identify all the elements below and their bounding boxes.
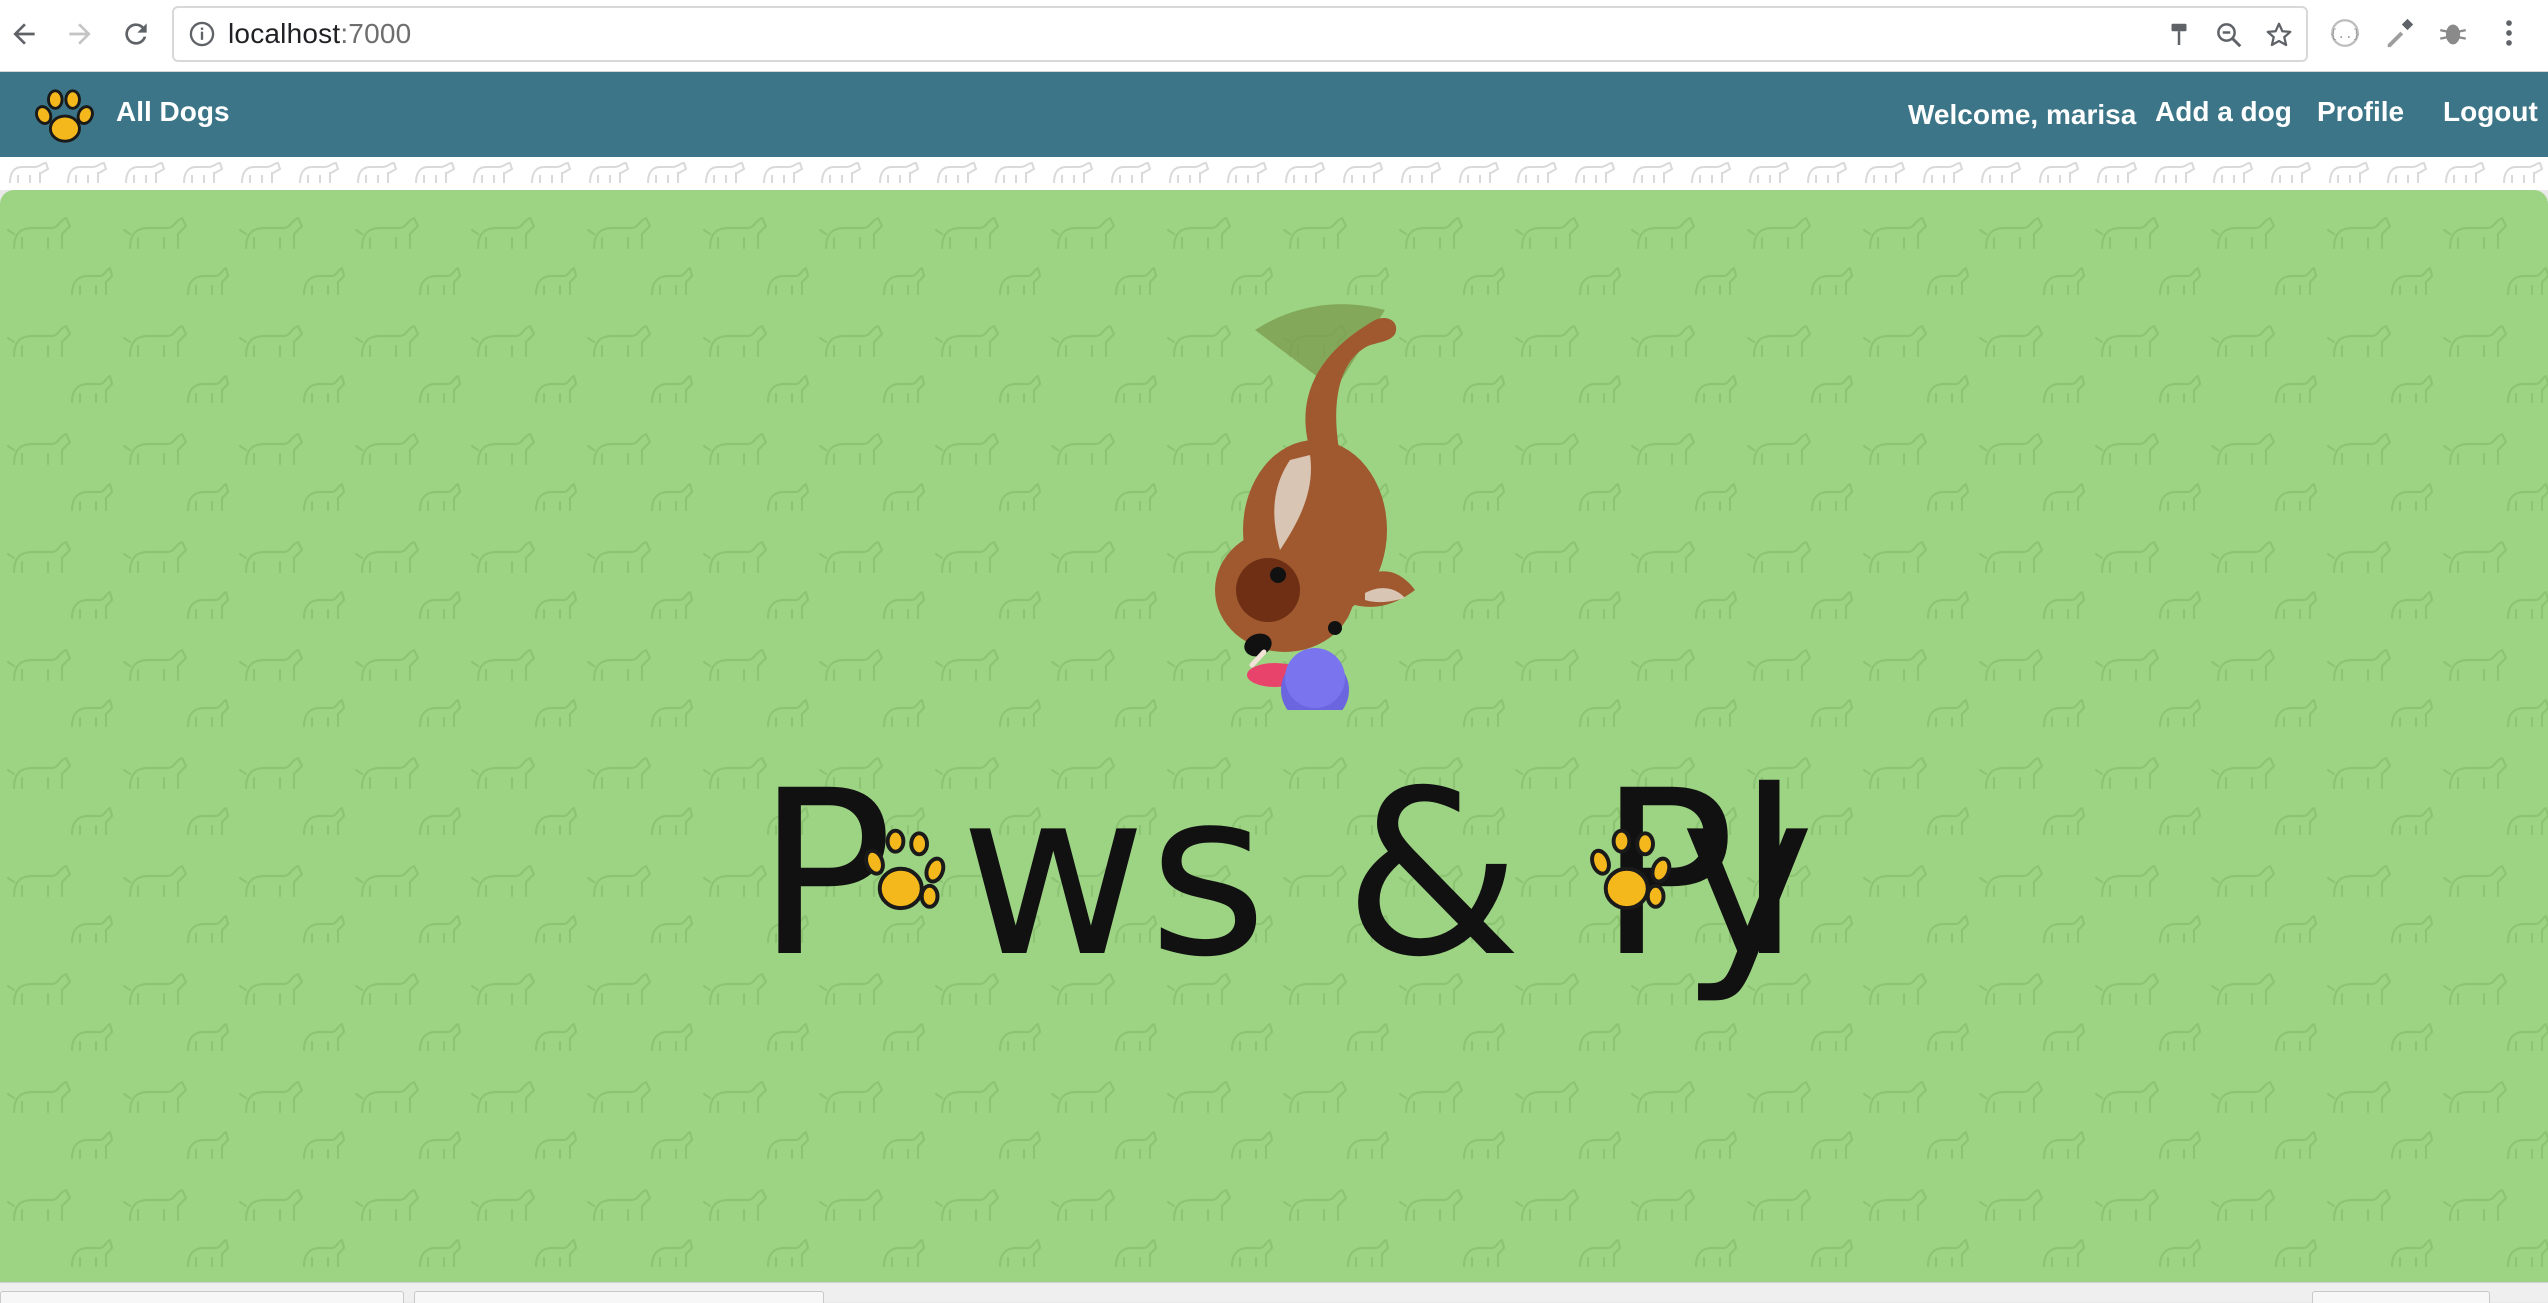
title-part-y: y bbox=[1680, 741, 1817, 1007]
info-icon[interactable] bbox=[188, 20, 216, 48]
left-eye bbox=[1270, 567, 1286, 583]
welcome-text: Welcome, marisa bbox=[1908, 99, 2137, 130]
bottom-tab-3[interactable] bbox=[2312, 1291, 2490, 1303]
bottom-tab-2[interactable] bbox=[414, 1291, 824, 1303]
ball-highlight bbox=[1285, 648, 1345, 708]
profile-link[interactable]: Profile bbox=[2317, 96, 2404, 128]
bookmark-star-icon[interactable] bbox=[2264, 20, 2294, 50]
paint-roller-icon[interactable] bbox=[2164, 20, 2194, 50]
bug-icon[interactable] bbox=[2436, 16, 2470, 50]
bottom-bar bbox=[0, 1282, 2548, 1303]
back-arrow-icon bbox=[13, 23, 35, 45]
hero-section: P ws & Pl y bbox=[0, 190, 2548, 1282]
kebab-menu-icon[interactable] bbox=[2496, 16, 2522, 50]
color-picker-icon[interactable] bbox=[2382, 16, 2416, 50]
extension-icon[interactable]: {..} bbox=[2328, 16, 2362, 50]
bottom-tab-1[interactable] bbox=[0, 1291, 404, 1303]
title-part-middle: ws & Pl bbox=[960, 741, 1803, 1007]
zoom-out-icon[interactable] bbox=[2214, 20, 2244, 50]
right-eye bbox=[1328, 621, 1342, 635]
logout-link[interactable]: Logout bbox=[2443, 96, 2538, 128]
eye-patch bbox=[1236, 558, 1300, 622]
title-paw-icon-b bbox=[1590, 828, 1672, 911]
forward-arrow-icon bbox=[69, 23, 91, 45]
reload-button[interactable] bbox=[116, 14, 156, 54]
title-paw-icon-a bbox=[864, 828, 946, 911]
app-navbar: All Dogs Welcome, marisa Add a dog Profi… bbox=[0, 72, 2548, 157]
back-button[interactable] bbox=[4, 14, 44, 54]
dog-illustration bbox=[1215, 304, 1415, 710]
address-bar[interactable]: localhost:7000 bbox=[172, 6, 2308, 62]
dog-pattern-strip bbox=[0, 157, 2548, 190]
all-dogs-link[interactable]: All Dogs bbox=[116, 96, 230, 128]
url-text: localhost:7000 bbox=[228, 18, 412, 49]
reload-icon bbox=[125, 23, 147, 45]
dog-outline-pattern bbox=[0, 157, 2548, 190]
forward-button[interactable] bbox=[60, 14, 100, 54]
paw-icon[interactable] bbox=[32, 86, 94, 148]
hero-title: P ws & Pl y bbox=[0, 760, 2548, 1020]
add-dog-link[interactable]: Add a dog bbox=[2155, 96, 2292, 128]
svg-text:{..}: {..} bbox=[2330, 27, 2361, 42]
browser-toolbar: localhost:7000 {..} bbox=[0, 0, 2548, 72]
